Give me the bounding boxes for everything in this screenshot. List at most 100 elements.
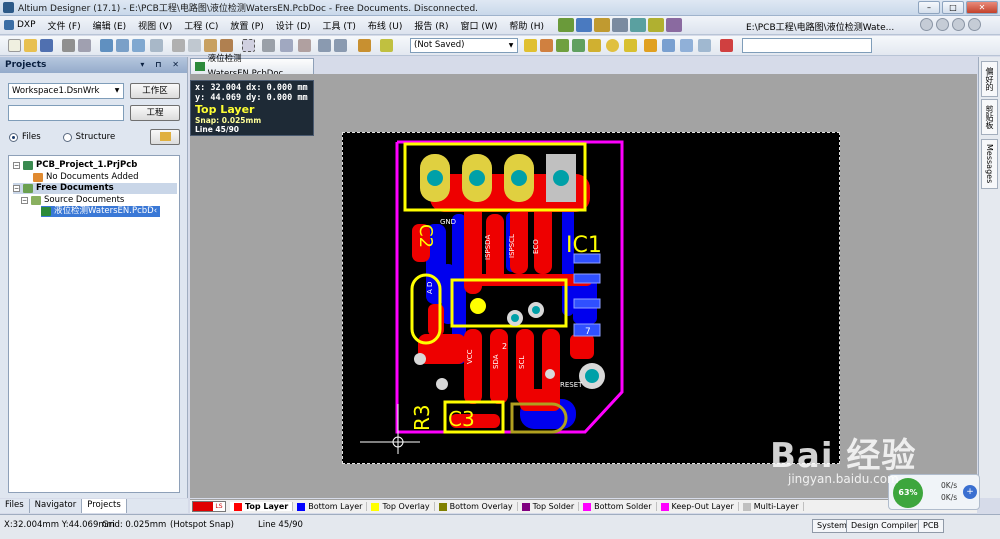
maximize-button[interactable]: □ [942, 1, 964, 14]
menu-view[interactable]: 视图 (V) [132, 19, 178, 32]
tab-navigator[interactable]: Navigator [30, 499, 83, 513]
new-icon[interactable] [8, 39, 21, 52]
menu-edit[interactable]: 编辑 (E) [87, 19, 133, 32]
dimension-icon[interactable] [666, 18, 682, 32]
tree-source-docs[interactable]: − Source Documents [21, 195, 127, 206]
zoom-selected-icon[interactable] [132, 39, 145, 52]
print-icon[interactable] [62, 39, 75, 52]
inspect-icon[interactable] [150, 39, 163, 52]
align-icon[interactable] [576, 18, 592, 32]
keepout-icon[interactable] [662, 39, 675, 52]
layer-tab-keepout[interactable]: Keep-Out Layer [657, 502, 739, 511]
menu-project[interactable]: 工程 (C) [178, 19, 224, 32]
grid-icon[interactable] [612, 18, 628, 32]
menu-dxp[interactable]: DXP [0, 20, 42, 30]
tab-projects[interactable]: Projects [82, 499, 127, 513]
close-button[interactable]: ✕ [966, 1, 998, 14]
network-speed-widget[interactable]: 63% 0K/s 0K/s + [888, 474, 980, 510]
layer-tab-top[interactable]: Top Layer [230, 502, 294, 511]
layer-tab-bottom[interactable]: Bottom Layer [293, 502, 368, 511]
tab-files[interactable]: Files [0, 499, 30, 513]
tab-favorites[interactable]: 偏好的 [981, 61, 998, 97]
tab-messages[interactable]: Messages [981, 139, 998, 189]
move-icon[interactable] [262, 39, 275, 52]
tree-project[interactable]: − PCB_Project_1.PrjPcb [13, 160, 140, 171]
layer-tab-multi[interactable]: Multi-Layer [739, 502, 804, 511]
pad-icon[interactable] [556, 39, 569, 52]
tab-clipboard[interactable]: 剪贴板 [981, 99, 998, 135]
paste-icon[interactable] [204, 39, 217, 52]
arc-icon[interactable] [572, 39, 585, 52]
saved-views-combo[interactable]: (Not Saved) ▼ [410, 38, 518, 53]
cross-probe-icon[interactable] [298, 39, 311, 52]
select-area-icon[interactable] [242, 39, 255, 52]
open-icon[interactable] [24, 39, 37, 52]
cutout-icon[interactable] [680, 39, 693, 52]
track-icon[interactable] [540, 39, 553, 52]
menu-route[interactable]: 布线 (U) [362, 19, 408, 32]
minimize-button[interactable]: – [918, 1, 940, 14]
collapse-icon[interactable]: − [13, 185, 20, 192]
pcb-canvas[interactable]: C2 IC1 R3 C3 GND ISPSDA ISPSCL ECO RESET… [190, 74, 977, 498]
collapse-icon[interactable]: − [13, 162, 20, 169]
layer-tab-top-overlay[interactable]: Top Overlay [367, 502, 435, 511]
tree-no-docs[interactable]: No Documents Added [33, 172, 142, 183]
menu-window[interactable]: 窗口 (W) [455, 19, 504, 32]
label-ispscl: ISPSCL [508, 234, 516, 258]
layer-tab-bottom-overlay[interactable]: Bottom Overlay [435, 502, 518, 511]
fill-icon[interactable] [588, 39, 601, 52]
menu-help[interactable]: 帮助 (H) [503, 19, 550, 32]
menu-place[interactable]: 放置 (P) [224, 19, 269, 32]
deselect-icon[interactable] [280, 39, 293, 52]
current-layer-swatch[interactable]: LS [192, 501, 226, 512]
files-radio[interactable] [9, 132, 18, 142]
print-preview-icon[interactable] [78, 39, 91, 52]
help-icon[interactable] [968, 18, 981, 31]
via-icon[interactable] [524, 39, 537, 52]
project-button[interactable]: 工程 [130, 105, 180, 121]
menu-tools[interactable]: 工具 (T) [317, 19, 362, 32]
save-icon[interactable] [40, 39, 53, 52]
project-input[interactable] [8, 105, 124, 121]
undo-icon[interactable] [318, 39, 331, 52]
panel-pin-icon[interactable]: ▾ ⊓ ✕ [140, 60, 183, 69]
string-icon[interactable] [606, 39, 619, 52]
menu-reports[interactable]: 报告 (R) [408, 19, 454, 32]
cut-icon[interactable] [172, 39, 185, 52]
workspace-button[interactable]: 工作区 [130, 83, 180, 99]
component-icon[interactable] [594, 18, 610, 32]
home-icon[interactable] [952, 18, 965, 31]
forward-icon[interactable] [936, 18, 949, 31]
project-options-button[interactable] [150, 129, 180, 145]
redo-icon[interactable] [334, 39, 347, 52]
tree-pcb-doc[interactable]: 液位检测WatersEN.PcbD‹ [41, 206, 161, 217]
filter-combo[interactable] [742, 38, 872, 53]
rooms-icon[interactable] [630, 18, 646, 32]
workspace-combo[interactable]: Workspace1.DsnWrk ▼ [8, 83, 124, 99]
rubber-stamp-icon[interactable] [220, 39, 233, 52]
add-icon[interactable]: + [963, 485, 977, 499]
layer-tab-top-solder[interactable]: Top Solder [518, 502, 580, 511]
layer-set-icon[interactable] [380, 39, 393, 52]
interactive-route-icon[interactable] [358, 39, 371, 52]
pcb-button[interactable]: PCB [918, 519, 944, 533]
layer-tab-bottom-solder[interactable]: Bottom Solder [579, 502, 657, 511]
route-icon[interactable] [558, 18, 574, 32]
component-place-icon[interactable] [698, 39, 711, 52]
tree-free-docs[interactable]: − Free Documents [13, 183, 177, 194]
coordinate-icon[interactable] [624, 39, 637, 52]
collapse-icon[interactable]: − [21, 197, 28, 204]
menu-design[interactable]: 设计 (D) [270, 19, 317, 32]
copy-icon[interactable] [188, 39, 201, 52]
document-tab[interactable]: 液位检测WatersEN.PcbDoc [190, 54, 314, 79]
polygon-icon[interactable] [644, 39, 657, 52]
zoom-area-icon[interactable] [116, 39, 129, 52]
zoom-fit-icon[interactable] [100, 39, 113, 52]
back-icon[interactable] [920, 18, 933, 31]
design-compiler-button[interactable]: Design Compiler [846, 519, 923, 533]
menu-file[interactable]: 文件 (F) [42, 19, 87, 32]
structure-radio[interactable] [62, 132, 72, 142]
highlight-icon[interactable] [648, 18, 664, 32]
clear-icon[interactable] [720, 39, 733, 52]
title-bar: Altium Designer (17.1) - E:\PCB工程\电路图\液位… [0, 0, 1000, 16]
